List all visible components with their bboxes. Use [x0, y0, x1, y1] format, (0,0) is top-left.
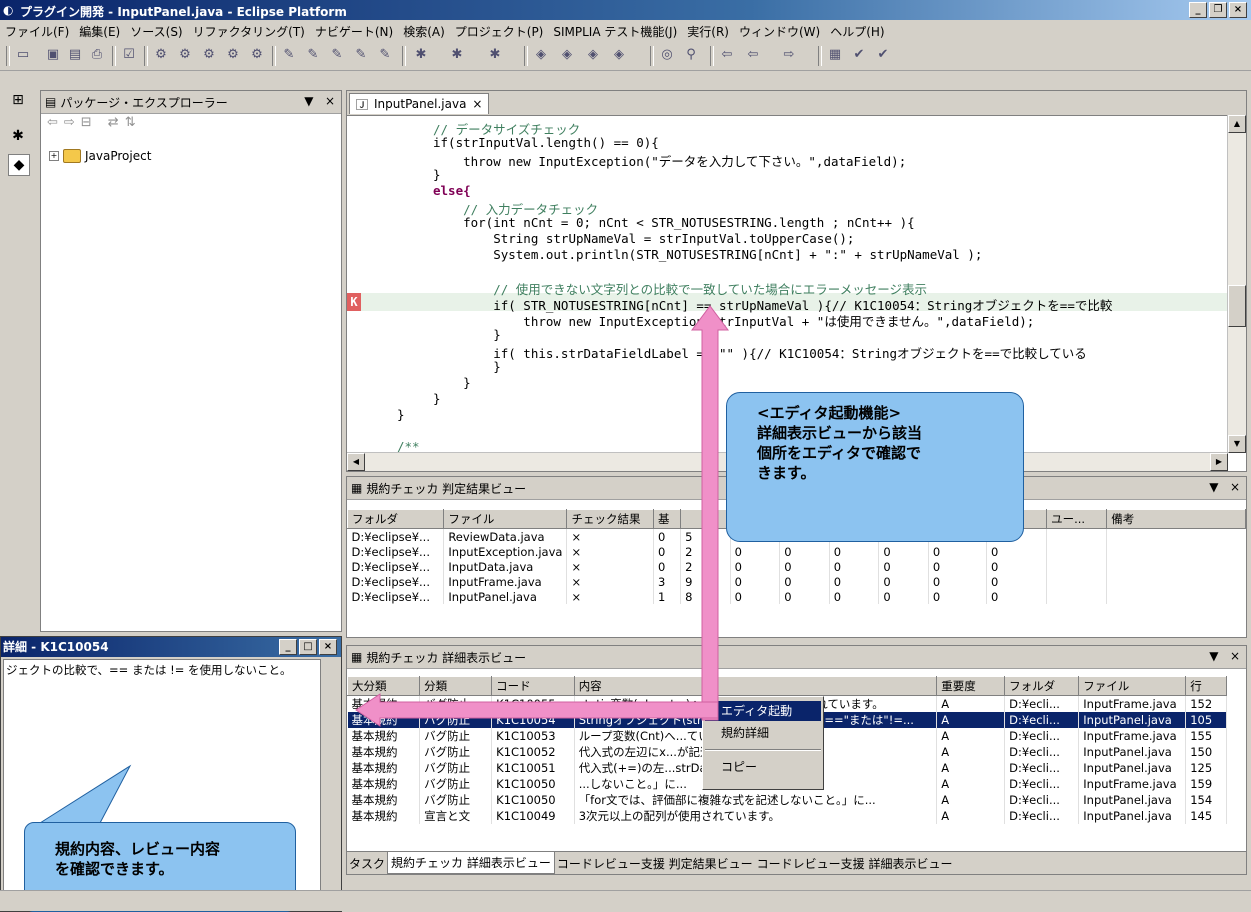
callout-line: 規約内容、レビュー内容: [55, 840, 221, 858]
editor-launch-callout: <エディタ起動機能> 詳細表示ビューから該当 個所をエディタで確認で きます。: [726, 392, 1024, 542]
horizontal-arrow: [355, 693, 719, 727]
callout-tail: [38, 764, 132, 824]
callout-line: <エディタ起動機能>: [757, 404, 902, 422]
callout-line: 詳細表示ビューから該当: [757, 424, 923, 442]
annotation-arrows: [38, 305, 729, 824]
callout-line: 個所をエディタで確認で: [757, 444, 921, 462]
vertical-arrow: [691, 305, 729, 721]
callout-line: きます。: [757, 464, 816, 482]
callout-line: を確認できます。: [55, 860, 174, 878]
status-bar: [0, 890, 1251, 911]
